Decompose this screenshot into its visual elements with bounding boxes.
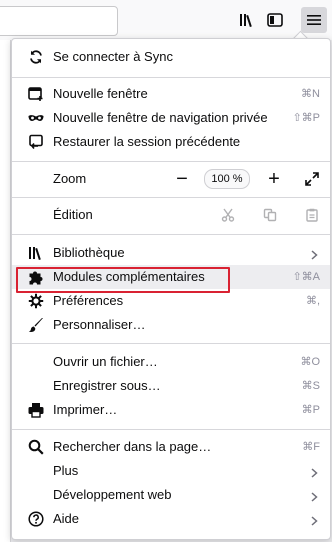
shortcut: ⌘F bbox=[302, 441, 320, 453]
menu-item-more[interactable]: Plus bbox=[12, 459, 330, 483]
zoom-in-button[interactable]: + bbox=[264, 168, 284, 190]
separator bbox=[12, 161, 330, 162]
menu-item-help[interactable]: Aide bbox=[12, 507, 330, 531]
shortcut: ⇧⌘P bbox=[292, 112, 320, 124]
shortcut: ⌘O bbox=[300, 356, 320, 368]
cut-button[interactable] bbox=[218, 205, 238, 225]
menu-item-open-file[interactable]: Ouvrir un fichier… ⌘O bbox=[12, 350, 330, 374]
separator bbox=[12, 343, 330, 344]
menu-item-label: Nouvelle fenêtre de navigation privée bbox=[53, 110, 268, 125]
zoom-out-button[interactable]: − bbox=[172, 168, 192, 190]
edit-controls: Édition bbox=[12, 203, 330, 227]
menu-item-label: Plus bbox=[53, 463, 79, 478]
restore-session-icon bbox=[28, 134, 44, 150]
chevron-right-icon bbox=[311, 490, 318, 505]
sidebar-icon bbox=[267, 13, 283, 27]
scissors-icon bbox=[221, 208, 235, 222]
menu-item-label: Se connecter à Sync bbox=[53, 49, 173, 64]
chevron-right-icon bbox=[311, 514, 318, 529]
menu-item-label: Ouvrir un fichier… bbox=[53, 354, 158, 369]
edit-label: Édition bbox=[53, 207, 93, 222]
chevron-right-icon bbox=[311, 466, 318, 481]
menu-item-sync[interactable]: Se connecter à Sync bbox=[12, 45, 330, 69]
new-window-icon bbox=[28, 86, 44, 102]
menu-item-addons[interactable]: Modules complémentaires ⇧⌘A bbox=[12, 265, 330, 289]
shortcut: ⌘P bbox=[301, 404, 320, 416]
menu-item-label: Personnaliser… bbox=[53, 317, 146, 332]
library-icon bbox=[28, 245, 44, 261]
private-mask-icon bbox=[28, 110, 44, 126]
menu-item-label: Préférences bbox=[53, 293, 124, 308]
separator bbox=[12, 77, 330, 78]
menu-item-label: Nouvelle fenêtre bbox=[53, 86, 148, 101]
shortcut: ⌘N bbox=[301, 88, 320, 100]
help-icon bbox=[28, 511, 44, 527]
menu-item-label: Aide bbox=[53, 511, 80, 526]
menu-item-label: Développement web bbox=[53, 487, 172, 502]
separator bbox=[12, 234, 330, 235]
app-menu-panel: Se connecter à Sync Nouvelle fenêtre ⌘N … bbox=[11, 38, 331, 540]
separator bbox=[12, 429, 330, 430]
hamburger-icon bbox=[307, 15, 321, 25]
menu-item-label: Restaurer la session précédente bbox=[53, 134, 241, 149]
search-icon bbox=[28, 439, 44, 455]
page-pane bbox=[0, 40, 11, 542]
sync-icon bbox=[28, 49, 44, 65]
menu-item-label: Bibliothèque bbox=[53, 245, 125, 260]
menu-item-preferences[interactable]: Préférences ⌘, bbox=[12, 289, 330, 313]
puzzle-piece-icon bbox=[28, 269, 44, 285]
library-toolbar-button[interactable] bbox=[234, 7, 260, 33]
paintbrush-icon bbox=[28, 317, 44, 333]
menu-item-label: Rechercher dans la page… bbox=[53, 439, 212, 454]
copy-icon bbox=[263, 208, 277, 222]
fullscreen-icon bbox=[305, 172, 319, 186]
fullscreen-button[interactable] bbox=[302, 169, 322, 189]
browser-toolbar bbox=[0, 0, 332, 40]
library-icon bbox=[240, 14, 252, 27]
menu-item-print[interactable]: Imprimer… ⌘P bbox=[12, 398, 330, 422]
zoom-controls: Zoom − 100 % + bbox=[12, 166, 330, 192]
zoom-reset-button[interactable]: 100 % bbox=[204, 169, 250, 189]
menu-item-customize[interactable]: Personnaliser… bbox=[12, 313, 330, 337]
app-menu-button[interactable] bbox=[301, 7, 327, 33]
shortcut: ⌘, bbox=[305, 295, 320, 307]
menu-item-new-window[interactable]: Nouvelle fenêtre ⌘N bbox=[12, 82, 330, 106]
menu-item-restore-session[interactable]: Restaurer la session précédente bbox=[12, 130, 330, 154]
copy-button[interactable] bbox=[260, 205, 280, 225]
url-bar[interactable] bbox=[0, 6, 118, 36]
zoom-label: Zoom bbox=[53, 171, 87, 186]
menu-item-library[interactable]: Bibliothèque bbox=[12, 241, 330, 265]
chevron-right-icon bbox=[311, 248, 318, 263]
shortcut: ⌘S bbox=[301, 380, 320, 392]
menu-item-label: Enregistrer sous… bbox=[53, 378, 161, 393]
gear-icon bbox=[28, 293, 44, 309]
shortcut: ⇧⌘A bbox=[292, 271, 320, 283]
menu-item-label: Imprimer… bbox=[53, 402, 118, 417]
menu-item-web-dev[interactable]: Développement web bbox=[12, 483, 330, 507]
separator bbox=[12, 197, 330, 198]
menu-item-label: Modules complémentaires bbox=[53, 269, 205, 284]
paste-button[interactable] bbox=[302, 205, 322, 225]
printer-icon bbox=[28, 402, 44, 418]
menu-item-private-window[interactable]: Nouvelle fenêtre de navigation privée ⇧⌘… bbox=[12, 106, 330, 130]
clipboard-icon bbox=[306, 208, 318, 222]
menu-item-find[interactable]: Rechercher dans la page… ⌘F bbox=[12, 435, 330, 459]
sidebar-toolbar-button[interactable] bbox=[262, 7, 288, 33]
menu-item-save-as[interactable]: Enregistrer sous… ⌘S bbox=[12, 374, 330, 398]
